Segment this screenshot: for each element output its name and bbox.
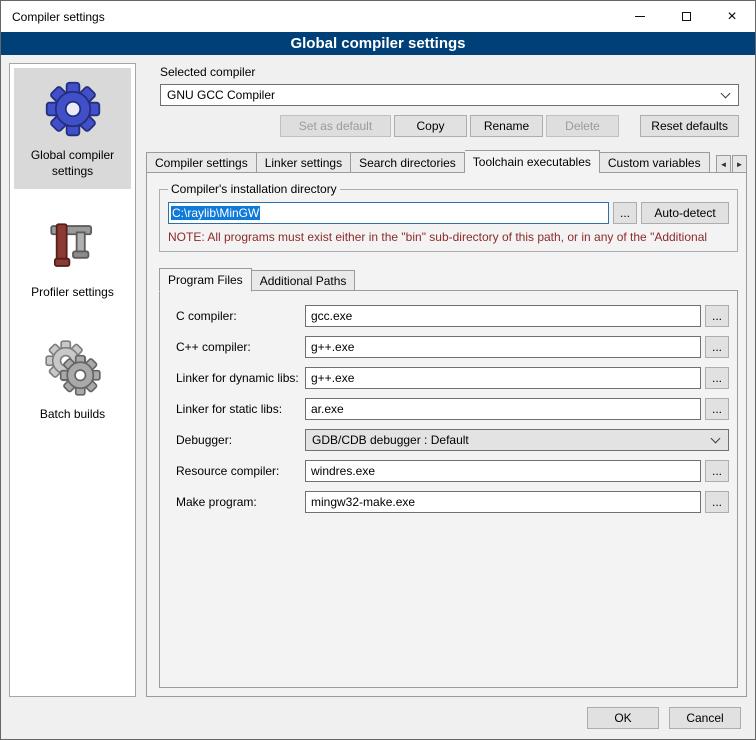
field-label: C++ compiler: (176, 340, 305, 354)
cpp-compiler-browse-button[interactable]: ... (705, 336, 729, 358)
selected-compiler-label: Selected compiler (160, 65, 739, 79)
form-row-static-linker: Linker for static libs: ... (176, 398, 729, 420)
dialog-footer: OK Cancel (1, 703, 755, 739)
field-label: C compiler: (176, 309, 305, 323)
toolchain-executables-page: Compiler's installation directory C:\ray… (146, 172, 747, 697)
reset-defaults-button[interactable]: Reset defaults (640, 115, 739, 137)
minimize-icon (635, 16, 645, 17)
dialog-body: Global compiler settings Profiler settin… (1, 55, 755, 703)
arrow-right-icon: ► (736, 160, 744, 169)
compiler-settings-window: Compiler settings × Global compiler sett… (0, 0, 756, 740)
arrow-left-icon: ◄ (720, 160, 728, 169)
sidebar-item-label: Profiler settings (31, 285, 114, 301)
field-label: Linker for static libs: (176, 402, 305, 416)
main-panel: Selected compiler GNU GCC Compiler Set a… (146, 63, 747, 697)
dynamic-linker-input[interactable] (305, 367, 701, 389)
debugger-dropdown[interactable]: GDB/CDB debugger : Default (305, 429, 729, 451)
resource-compiler-input[interactable] (305, 460, 701, 482)
profiler-tool-icon (44, 217, 102, 275)
installation-directory-value: C:\raylib\MinGW (171, 206, 260, 220)
c-compiler-input[interactable] (305, 305, 701, 327)
tab-search-directories[interactable]: Search directories (351, 152, 465, 173)
settings-category-sidebar: Global compiler settings Profiler settin… (9, 63, 136, 697)
gray-gears-icon (44, 339, 102, 397)
maximize-button[interactable] (663, 1, 709, 32)
form-row-make-program: Make program: ... (176, 491, 729, 513)
field-label: Linker for dynamic libs: (176, 371, 305, 385)
make-program-browse-button[interactable]: ... (705, 491, 729, 513)
copy-button[interactable]: Copy (394, 115, 467, 137)
sidebar-item-profiler-settings[interactable]: Profiler settings (14, 205, 131, 311)
tab-linker-settings[interactable]: Linker settings (257, 152, 351, 173)
chevron-down-icon (721, 88, 731, 98)
installation-directory-input[interactable]: C:\raylib\MinGW (168, 202, 609, 224)
ok-button[interactable]: OK (587, 707, 659, 729)
dialog-header: Global compiler settings (1, 32, 755, 55)
selected-compiler-dropdown[interactable]: GNU GCC Compiler (160, 84, 739, 106)
resource-compiler-browse-button[interactable]: ... (705, 460, 729, 482)
static-linker-input[interactable] (305, 398, 701, 420)
field-label: Resource compiler: (176, 464, 305, 478)
c-compiler-browse-button[interactable]: ... (705, 305, 729, 327)
cancel-button[interactable]: Cancel (669, 707, 741, 729)
installation-directory-group-label: Compiler's installation directory (168, 182, 340, 196)
minimize-button[interactable] (617, 1, 663, 32)
tab-toolchain-executables[interactable]: Toolchain executables (465, 150, 600, 173)
field-label: Debugger: (176, 433, 305, 447)
form-row-resource-compiler: Resource compiler: ... (176, 460, 729, 482)
window-controls: × (617, 1, 755, 32)
compiler-actions: Set as default Copy Rename Delete Reset … (160, 115, 739, 137)
subtab-additional-paths[interactable]: Additional Paths (252, 270, 356, 291)
close-button[interactable]: × (709, 1, 755, 32)
auto-detect-button[interactable]: Auto-detect (641, 202, 729, 224)
installation-directory-browse-button[interactable]: ... (613, 202, 637, 224)
form-row-debugger: Debugger: GDB/CDB debugger : Default (176, 429, 729, 451)
form-row-cpp-compiler: C++ compiler: ... (176, 336, 729, 358)
debugger-value: GDB/CDB debugger : Default (312, 433, 469, 447)
installation-directory-row: C:\raylib\MinGW ... Auto-detect (168, 202, 729, 224)
tab-custom-variables[interactable]: Custom variables (600, 152, 710, 173)
dynamic-linker-browse-button[interactable]: ... (705, 367, 729, 389)
form-row-c-compiler: C compiler: ... (176, 305, 729, 327)
installation-note: NOTE: All programs must exist either in … (168, 230, 729, 244)
tab-scroll-right-button[interactable]: ► (732, 155, 747, 173)
maximize-icon (682, 12, 691, 21)
tab-scroll-buttons: ◄ ► (716, 155, 747, 173)
delete-button[interactable]: Delete (546, 115, 619, 137)
window-title: Compiler settings (1, 10, 105, 24)
blue-gear-icon (44, 80, 102, 138)
sidebar-item-global-compiler-settings[interactable]: Global compiler settings (14, 68, 131, 189)
tabs-strip: Compiler settings Linker settings Search… (146, 150, 710, 173)
installation-directory-group: Compiler's installation directory C:\ray… (159, 189, 738, 252)
sidebar-item-batch-builds[interactable]: Batch builds (14, 327, 131, 433)
titlebar: Compiler settings × (1, 1, 755, 32)
tab-bar: Compiler settings Linker settings Search… (146, 150, 747, 173)
tab-scroll-left-button[interactable]: ◄ (716, 155, 731, 173)
sidebar-item-label: Batch builds (40, 407, 105, 423)
cpp-compiler-input[interactable] (305, 336, 701, 358)
close-icon: × (727, 9, 736, 25)
field-label: Make program: (176, 495, 305, 509)
set-as-default-button[interactable]: Set as default (280, 115, 391, 137)
selected-compiler-value: GNU GCC Compiler (167, 88, 275, 102)
selected-compiler-section: Selected compiler GNU GCC Compiler Set a… (146, 63, 747, 137)
subtab-program-files[interactable]: Program Files (159, 268, 252, 292)
make-program-input[interactable] (305, 491, 701, 513)
static-linker-browse-button[interactable]: ... (705, 398, 729, 420)
rename-button[interactable]: Rename (470, 115, 543, 137)
tab-compiler-settings[interactable]: Compiler settings (146, 152, 257, 173)
sub-tab-bar: Program Files Additional Paths (159, 268, 738, 291)
sidebar-item-label: Global compiler settings (16, 148, 129, 179)
program-files-page: C compiler: ... C++ compiler: ... Linker… (159, 290, 738, 688)
form-row-dynamic-linker: Linker for dynamic libs: ... (176, 367, 729, 389)
chevron-down-icon (711, 433, 721, 443)
